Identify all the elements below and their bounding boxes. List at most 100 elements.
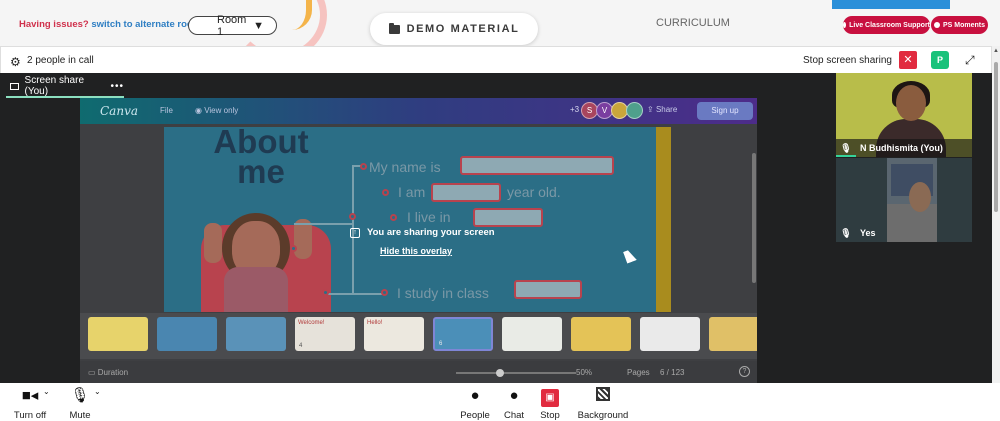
participant-tile[interactable]: 🎙 Yes xyxy=(836,158,972,242)
avatar xyxy=(626,102,643,119)
stop-share-icon: ▣ xyxy=(541,389,559,407)
demo-material-button[interactable]: DEMO MATERIAL xyxy=(370,13,538,45)
background-button[interactable]: Background xyxy=(575,387,631,421)
canva-footer: ▭ Duration 50% Pages 6 / 123 ? xyxy=(80,361,757,383)
slide-thumbnail: Welcome! 4 xyxy=(295,317,355,351)
plus-icon xyxy=(843,22,847,28)
connector-node xyxy=(322,289,329,296)
caret-down-icon: ▼ xyxy=(253,19,264,32)
slide-thumbnail xyxy=(502,317,562,351)
timer-icon: ▭ xyxy=(88,368,98,377)
top-bar: Having issues? switch to alternate room … xyxy=(0,0,1000,60)
switch-room-link[interactable]: switch to alternate room xyxy=(91,19,201,30)
sharing-overlay-message: ↑ You are sharing your screen xyxy=(350,227,495,238)
participant-name-tag: 🎙 N Budhismita (You) xyxy=(836,139,972,157)
canva-share-label: Share xyxy=(655,105,678,114)
demo-material-label: DEMO MATERIAL xyxy=(406,23,520,35)
page-counter: 6 / 123 xyxy=(660,368,685,377)
canva-share: ⇪ Share xyxy=(647,105,677,114)
avatar[interactable]: P xyxy=(931,51,949,69)
room-select[interactable]: Room 1 ▼ xyxy=(188,13,277,38)
room-select-value: Room 1 xyxy=(217,13,247,38)
chat-bubble-icon: ● xyxy=(509,387,519,404)
slide-title: About me xyxy=(206,127,316,190)
microphone-icon: 🎙 xyxy=(70,387,90,404)
curriculum-tab[interactable]: CURRICULUM xyxy=(656,17,730,29)
gear-icon[interactable]: ⚙ xyxy=(10,55,21,69)
eye-icon: ◉ xyxy=(195,106,205,115)
speaking-indicator xyxy=(836,155,856,157)
view-only-label: View only xyxy=(204,106,239,115)
screen-share-label: Screen share (You) xyxy=(24,75,85,97)
connector-node xyxy=(382,189,389,196)
hide-overlay-link[interactable]: Hide this overlay xyxy=(380,246,452,256)
upload-icon: ⇪ xyxy=(647,105,656,114)
thumbnail-title: Welcome! xyxy=(298,320,325,326)
help-icon: ? xyxy=(739,366,750,377)
stop-share-button[interactable]: ▣ Stop xyxy=(537,387,563,421)
more-options-icon[interactable]: ••• xyxy=(110,81,124,92)
people-button[interactable]: ● People xyxy=(458,387,492,421)
screen-share-tab[interactable]: Screen share (You) ••• xyxy=(6,75,124,98)
answer-box xyxy=(514,280,582,299)
chat-button[interactable]: ● Chat xyxy=(501,387,527,421)
canva-pages: Pages xyxy=(627,368,650,377)
canva-signup: Sign up xyxy=(697,102,753,120)
people-count: 2 people in call xyxy=(27,55,94,66)
scrollbar-thumb[interactable] xyxy=(994,62,998,212)
slide-thumbnail-strip: Welcome! 4 Hello! 6 xyxy=(80,313,757,359)
connector-node xyxy=(349,213,356,220)
ps-moments-button[interactable]: PS Moments xyxy=(931,16,988,34)
chevron-down-icon[interactable]: ⌄ xyxy=(43,387,50,396)
slide-title-line: me xyxy=(237,153,285,190)
slide-text: My name is xyxy=(369,159,441,175)
background-label: Background xyxy=(577,410,629,421)
issues-notice: Having issues? switch to alternate room xyxy=(19,19,201,30)
canva-logo: Canva xyxy=(100,104,138,118)
slide-thumbnail xyxy=(571,317,631,351)
chevron-down-icon[interactable]: ⌄ xyxy=(94,387,101,396)
participant-name: Yes xyxy=(860,228,876,238)
canva-file-menu: File xyxy=(160,106,173,115)
chat-label: Chat xyxy=(503,410,525,421)
canva-scrollbar xyxy=(752,153,756,283)
expand-icon[interactable]: ⤢ xyxy=(965,53,975,68)
presentation-slide: About me My name is I am year old. I liv… xyxy=(164,127,670,312)
slide-edge xyxy=(656,127,671,312)
thumbnail-comment-count: 6 xyxy=(439,341,443,347)
canva-toolbar: Canva File ◉ View only +3 S V ⇪ Share Si… xyxy=(80,98,757,124)
participant-video xyxy=(887,204,937,242)
mute-button[interactable]: 🎙 Mute xyxy=(66,387,94,421)
canva-view-only: ◉ View only xyxy=(195,106,238,115)
stop-sharing-button[interactable]: ✕ xyxy=(899,51,917,69)
slide-thumbnail: Hello! xyxy=(364,317,424,351)
connector-node xyxy=(290,245,297,252)
camera-toggle-label: Turn off xyxy=(13,410,47,421)
issues-text: Having issues? xyxy=(19,19,89,30)
connector-node xyxy=(360,163,367,170)
duration-label: Duration xyxy=(97,368,129,377)
participant-tile-self[interactable]: 🎙 N Budhismita (You) xyxy=(836,73,972,157)
mute-label: Mute xyxy=(69,410,91,421)
call-header: ⚙ 2 people in call Stop screen sharing ✕… xyxy=(0,46,992,73)
connector-line xyxy=(294,223,354,225)
participant-video xyxy=(887,158,937,242)
person-icon: ● xyxy=(470,387,480,404)
zoom-slider-knob xyxy=(496,369,504,377)
folder-icon xyxy=(388,22,400,34)
thumbnail-title: Hello! xyxy=(367,320,383,326)
photo-girl xyxy=(204,223,222,263)
scroll-up-icon[interactable]: ▲ xyxy=(993,48,999,54)
canva-duration: ▭ Duration xyxy=(88,368,128,377)
slide-thumbnail xyxy=(226,317,286,351)
live-support-button[interactable]: Live Classroom Support xyxy=(843,16,930,34)
page-scrollbar[interactable]: ▲ xyxy=(992,46,1000,383)
live-support-label: Live Classroom Support xyxy=(849,21,930,29)
answer-box xyxy=(473,208,543,227)
participant-name-tag: 🎙 Yes xyxy=(836,224,876,242)
sharing-overlay-text: You are sharing your screen xyxy=(367,227,495,238)
plus-icon xyxy=(933,22,940,28)
slide-thumbnail-active: 6 xyxy=(433,317,493,351)
microphone-icon: 🎙 xyxy=(840,227,852,238)
connector-node xyxy=(390,214,397,221)
